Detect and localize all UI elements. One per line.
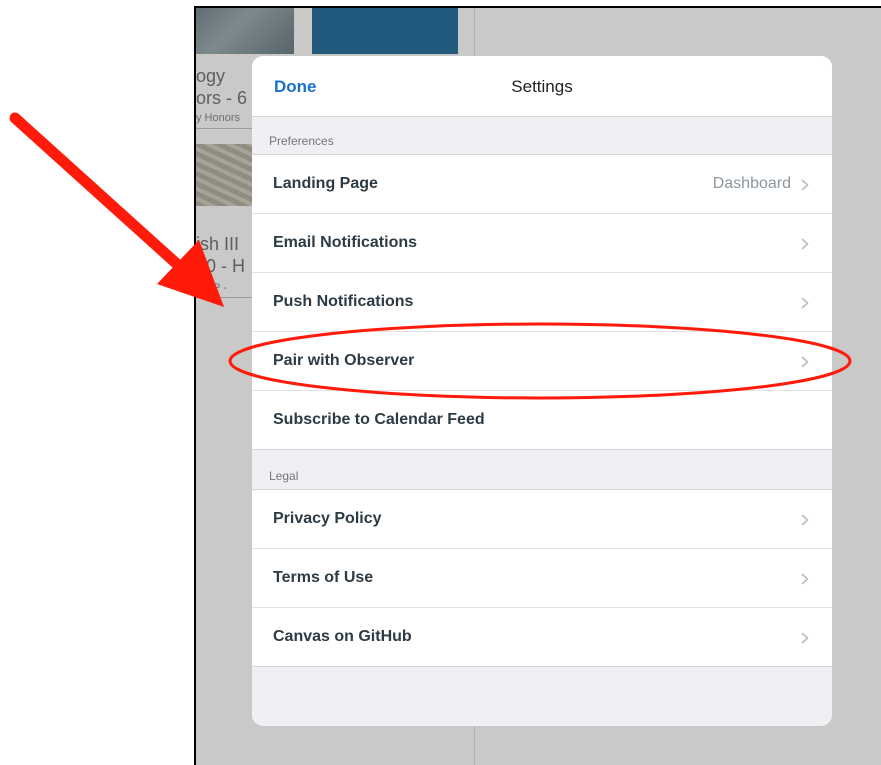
row-landing-page[interactable]: Landing Page Dashboard xyxy=(252,155,832,214)
row-pair-with-observer[interactable]: Pair with Observer xyxy=(252,332,832,391)
row-label: Landing Page xyxy=(273,175,378,192)
row-label: Subscribe to Calendar Feed xyxy=(273,411,485,428)
course-subtitle: y Honors xyxy=(196,112,241,124)
course-card-color xyxy=(312,8,458,54)
chevron-right-icon xyxy=(801,573,809,585)
row-push-notifications[interactable]: Push Notifications xyxy=(252,273,832,332)
modal-title: Settings xyxy=(511,77,573,96)
row-label: Pair with Observer xyxy=(273,352,415,369)
underline xyxy=(196,297,254,298)
course-title: ish III xyxy=(196,234,240,254)
row-email-notifications[interactable]: Email Notifications xyxy=(252,214,832,273)
course-card-image xyxy=(196,8,294,54)
row-label: Push Notifications xyxy=(273,293,414,310)
chevron-right-icon xyxy=(801,514,809,526)
preferences-list: Landing Page Dashboard Email Notificatio… xyxy=(252,154,832,450)
settings-modal: Done Settings Preferences Landing Page D… xyxy=(252,56,832,726)
modal-nav-bar: Done Settings xyxy=(252,56,832,117)
course-title: ogy xyxy=(196,66,226,86)
row-label: Email Notifications xyxy=(273,234,418,251)
course-card-image xyxy=(196,144,256,206)
legal-list: Privacy Policy Terms of Use Canvas on Gi… xyxy=(252,489,832,667)
row-label: Canvas on GitHub xyxy=(273,628,412,645)
chevron-right-icon xyxy=(801,356,809,368)
row-label: Privacy Policy xyxy=(273,510,382,527)
section-header-legal: Legal xyxy=(269,469,299,483)
row-subscribe-calendar-feed[interactable]: Subscribe to Calendar Feed xyxy=(252,391,832,449)
row-privacy-policy[interactable]: Privacy Policy xyxy=(252,490,832,549)
underline xyxy=(196,128,254,129)
course-title: ors - 6 xyxy=(196,88,248,108)
chevron-right-icon xyxy=(801,179,809,191)
section-header-preferences: Preferences xyxy=(269,134,334,148)
chevron-right-icon xyxy=(801,297,809,309)
row-label: Terms of Use xyxy=(273,569,374,586)
row-terms-of-use[interactable]: Terms of Use xyxy=(252,549,832,608)
row-canvas-on-github[interactable]: Canvas on GitHub xyxy=(252,608,832,666)
course-subtitle: II CP - xyxy=(196,282,227,294)
chevron-right-icon xyxy=(801,238,809,250)
red-arrow-icon xyxy=(9,112,224,307)
course-title: 20 - H xyxy=(196,256,246,276)
row-detail: Dashboard xyxy=(712,175,791,192)
chevron-right-icon xyxy=(801,632,809,644)
